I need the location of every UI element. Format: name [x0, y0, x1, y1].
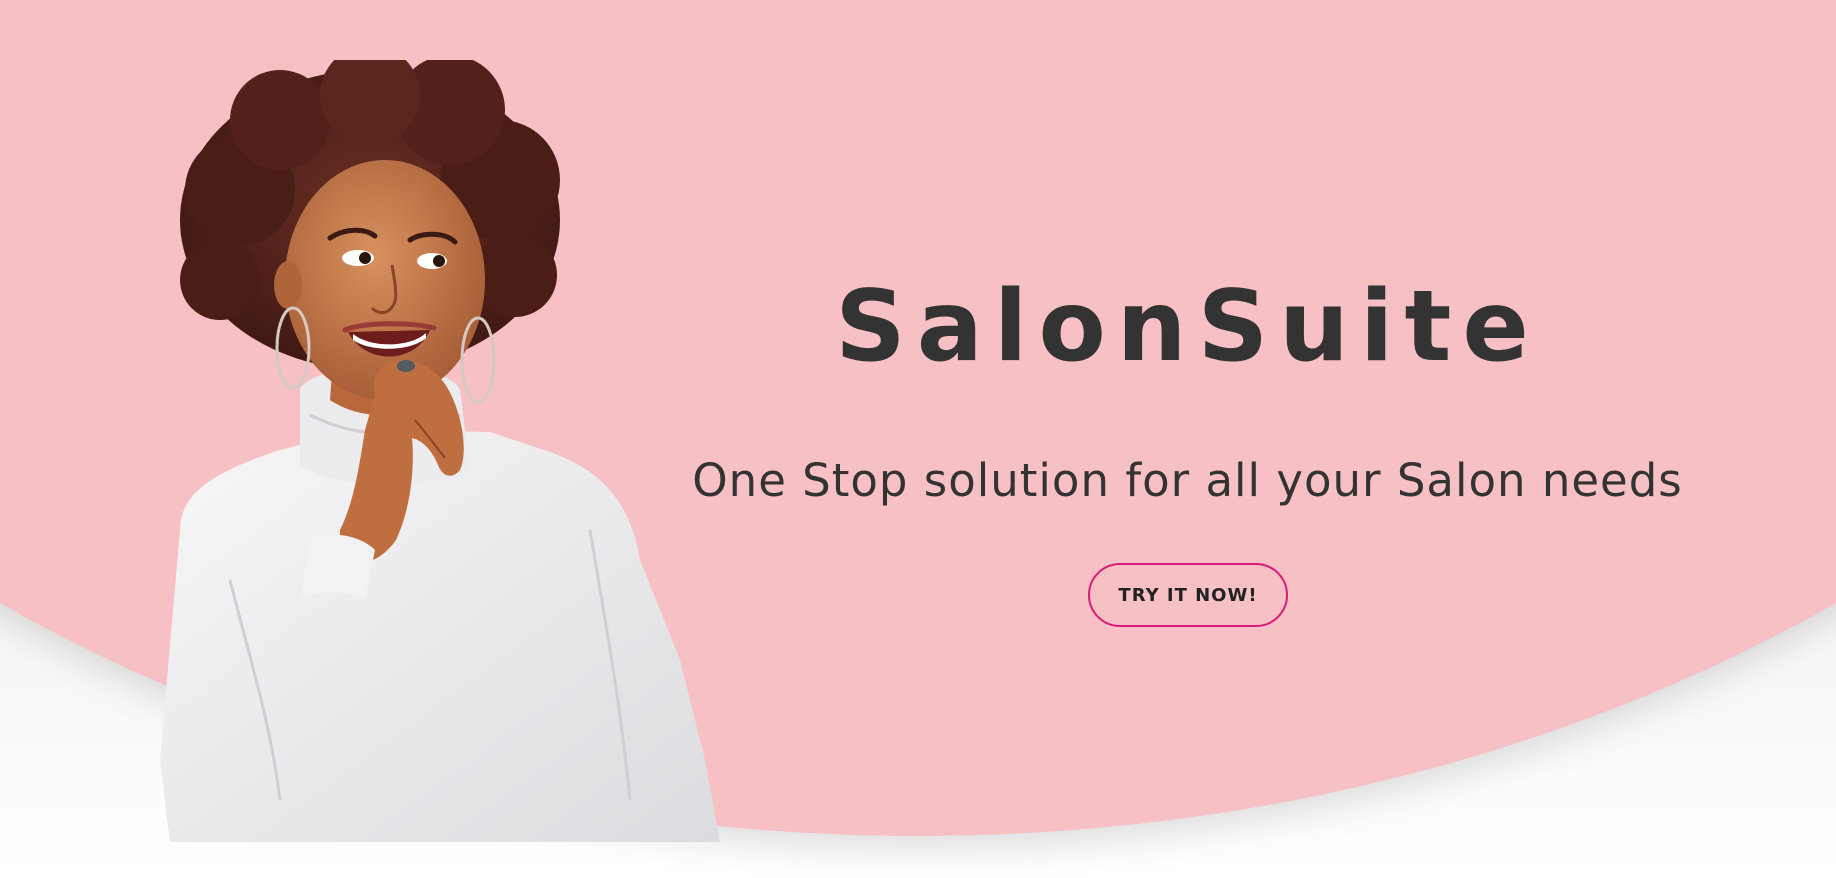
hero-tagline: One Stop solution for all your Salon nee…	[692, 454, 1683, 507]
hero-portrait-image	[160, 60, 720, 842]
brand-title: SalonSuite	[835, 270, 1540, 384]
try-it-now-button[interactable]: TRY IT NOW!	[1088, 563, 1288, 627]
hero-section: SalonSuite One Stop solution for all you…	[0, 0, 1836, 878]
hero-content: SalonSuite One Stop solution for all you…	[0, 0, 1836, 878]
